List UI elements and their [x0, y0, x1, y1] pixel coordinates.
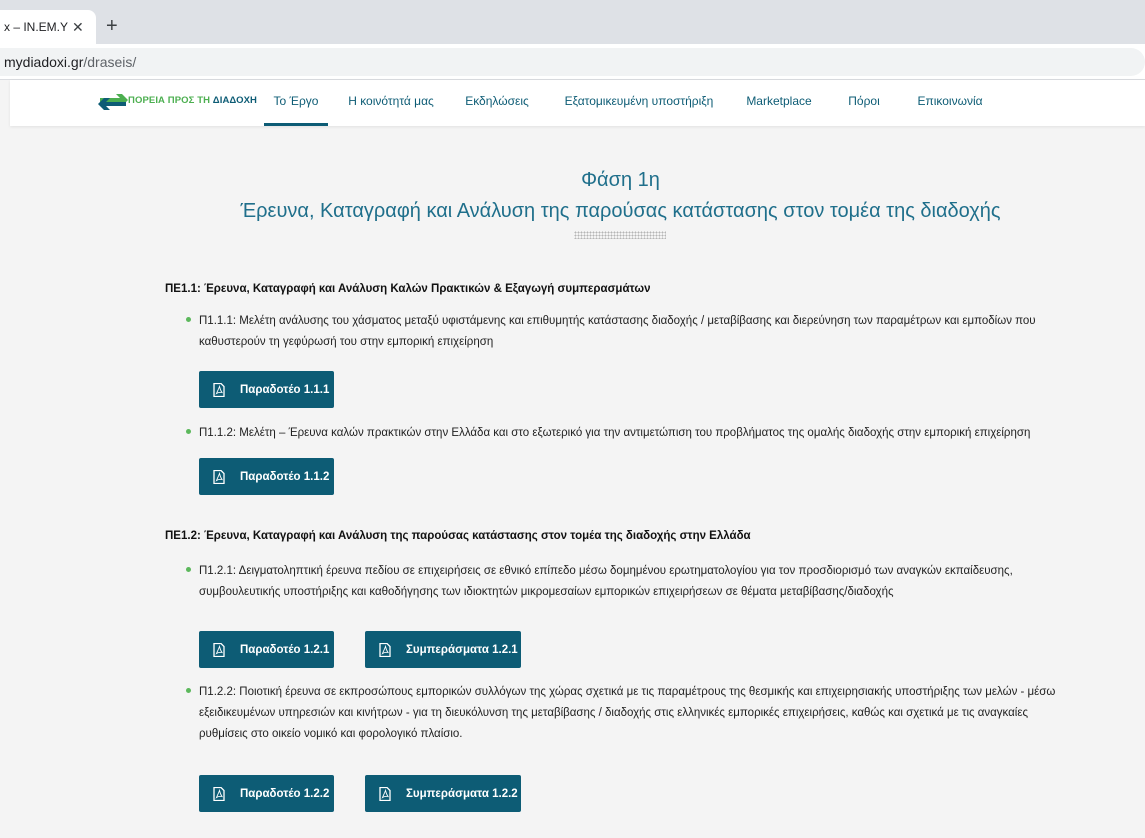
url-input[interactable]: mydiadoxi.gr/draseis/ [0, 48, 1145, 76]
browser-tab-bar: x – IN.EM.Y ✕ + [0, 0, 1145, 44]
pdf-icon [379, 786, 391, 801]
conclusions-1-2-2-button[interactable]: Συμπεράσματα 1.2.2 [365, 775, 521, 812]
section-heading-1-2: ΠΕ1.2: Έρευνα, Καταγραφή και Ανάλυση της… [165, 530, 751, 542]
nav-item-community[interactable]: Η κοινότητά μας [346, 80, 436, 126]
list-item: Π1.2.1: Δειγματοληπτική έρευνα πεδίου σε… [186, 561, 1064, 603]
section-heading-1-1: ΠΕ1.1: Έρευνα, Καταγραφή και Ανάλυση Καλ… [165, 283, 651, 295]
nav-item-project[interactable]: Το Έργο [264, 80, 328, 126]
logo-text: ΠΟΡΕΙΑ ΠΡΟΣ ΤΗ ΔΙΑΔΟΧΗ [128, 95, 257, 106]
bullet-icon [186, 317, 191, 323]
dotted-divider [574, 231, 666, 239]
address-bar: mydiadoxi.gr/draseis/ [0, 44, 1145, 80]
deliverable-1-1-1-button[interactable]: Παραδοτέο 1.1.1 [199, 371, 334, 408]
bullet-icon [186, 429, 191, 435]
nav-item-contact[interactable]: Επικοινωνία [910, 80, 990, 126]
bullet-icon [186, 567, 191, 573]
pdf-icon [379, 642, 391, 657]
url-host: mydiadoxi.gr [4, 54, 84, 70]
site-navigation: ΠΟΡΕΙΑ ΠΡΟΣ ΤΗ ΔΙΑΔΟΧΗ Το Έργο Η κοινότη… [10, 80, 1145, 126]
nav-item-support[interactable]: Εξατομικευμένη υποστήριξη [564, 80, 714, 126]
pdf-icon [213, 786, 225, 801]
deliverable-1-2-1-button[interactable]: Παραδοτέο 1.2.1 [199, 631, 334, 668]
pdf-icon [213, 642, 225, 657]
bullet-icon [186, 688, 191, 694]
url-path: /draseis/ [83, 54, 137, 70]
nav-item-marketplace[interactable]: Marketplace [740, 80, 818, 126]
nav-item-events[interactable]: Εκδηλώσεις [462, 80, 532, 126]
list-item: Π1.1.2: Μελέτη – Έρευνα καλών πρακτικών … [186, 423, 1064, 444]
close-icon[interactable]: ✕ [72, 19, 84, 35]
list-item: Π1.1.1: Μελέτη ανάλυσης του χάσματος μετ… [186, 311, 1064, 353]
browser-tab-title: x – IN.EM.Y [4, 20, 69, 34]
pdf-icon [213, 469, 225, 484]
nav-item-resources[interactable]: Πόροι [842, 80, 886, 126]
conclusions-1-2-1-button[interactable]: Συμπεράσματα 1.2.1 [365, 631, 521, 668]
new-tab-button[interactable]: + [106, 16, 118, 36]
phase-title: Φάση 1η [581, 169, 660, 191]
deliverable-1-1-2-button[interactable]: Παραδοτέο 1.1.2 [199, 458, 334, 495]
deliverable-1-2-2-button[interactable]: Παραδοτέο 1.2.2 [199, 775, 334, 812]
list-item: Π1.2.2: Ποιοτική έρευνα σε εκπροσώπους ε… [186, 682, 1064, 745]
phase-subtitle: Έρευνα, Καταγραφή και Ανάλυση της παρούσ… [240, 200, 1001, 222]
pdf-icon [213, 382, 225, 397]
browser-tab[interactable]: x – IN.EM.Y ✕ [0, 10, 96, 44]
